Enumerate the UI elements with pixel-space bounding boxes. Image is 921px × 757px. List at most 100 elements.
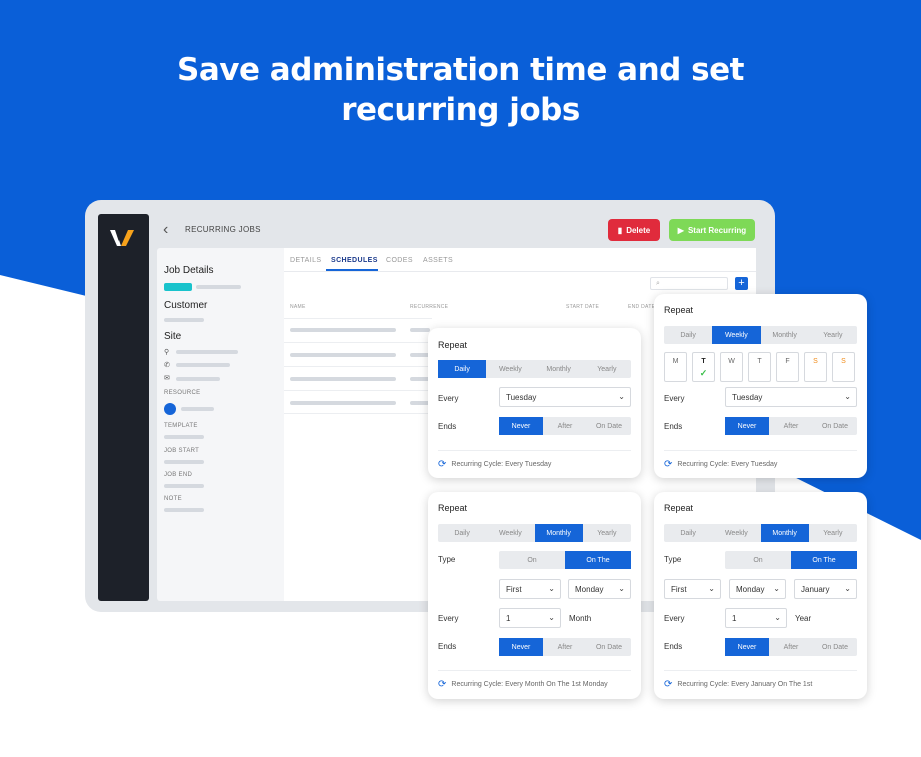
- brand-logo: [110, 230, 134, 246]
- every-select[interactable]: Tuesday ⌄: [499, 387, 631, 407]
- mode-yearly[interactable]: Yearly: [583, 360, 631, 378]
- start-recurring-label: Start Recurring: [687, 225, 747, 235]
- mode-weekly[interactable]: Weekly: [712, 326, 761, 344]
- ends-label: Ends: [664, 422, 683, 431]
- template-label: TEMPLATE: [164, 423, 198, 429]
- placeholder-line: [164, 460, 204, 464]
- recurring-cycle-text: Recurring Cycle: Every Month On The 1st …: [451, 681, 608, 688]
- active-tab-indicator: [326, 269, 378, 271]
- day-toggle-fri[interactable]: F: [776, 352, 799, 382]
- tab-assets[interactable]: ASSETS: [423, 257, 453, 264]
- ends-selector: Never After On Date: [499, 638, 631, 656]
- ordinal-select[interactable]: First ⌄: [664, 579, 721, 599]
- mode-weekly[interactable]: Weekly: [712, 524, 760, 542]
- weekday-select[interactable]: Monday ⌄: [568, 579, 631, 599]
- table-row-divider: [284, 342, 432, 343]
- type-on[interactable]: On: [499, 551, 565, 569]
- type-label: Type: [438, 555, 456, 564]
- weekday-select[interactable]: Monday ⌄: [729, 579, 786, 599]
- location-icon: ⚲: [164, 349, 170, 356]
- ends-after[interactable]: After: [769, 417, 813, 435]
- day-toggle-wed[interactable]: W: [720, 352, 743, 382]
- ends-never[interactable]: Never: [725, 417, 769, 435]
- every-label: Every: [664, 614, 685, 623]
- mode-yearly[interactable]: Yearly: [583, 524, 631, 542]
- ends-label: Ends: [664, 642, 683, 651]
- mode-daily[interactable]: Daily: [438, 360, 487, 378]
- customer-heading: Customer: [164, 300, 208, 311]
- search-input[interactable]: ⌕: [650, 277, 728, 290]
- ends-after[interactable]: After: [543, 638, 587, 656]
- trash-icon: ▮: [617, 225, 623, 235]
- month-value: January: [801, 584, 830, 594]
- day-toggle-sun[interactable]: S: [832, 352, 855, 382]
- type-on[interactable]: On: [725, 551, 791, 569]
- tab-schedules[interactable]: SCHEDULES: [331, 257, 378, 264]
- mode-daily[interactable]: Daily: [664, 524, 712, 542]
- day-toggle-sat[interactable]: S: [804, 352, 827, 382]
- every-value: Tuesday: [732, 392, 763, 402]
- job-start-label: JOB START: [164, 448, 200, 454]
- day-toggle-thu[interactable]: T: [748, 352, 771, 382]
- month-select[interactable]: January ⌄: [794, 579, 857, 599]
- table-row[interactable]: [290, 353, 396, 357]
- every-value: 1: [732, 613, 737, 623]
- ends-never[interactable]: Never: [499, 638, 543, 656]
- tab-codes[interactable]: CODES: [386, 257, 413, 264]
- ends-on-date[interactable]: On Date: [813, 638, 857, 656]
- ends-label: Ends: [438, 422, 457, 431]
- column-header-start-date: START DATE: [566, 304, 600, 310]
- tab-details[interactable]: DETAILS: [290, 257, 321, 264]
- type-on-the[interactable]: On The: [791, 551, 857, 569]
- mode-daily[interactable]: Daily: [438, 524, 486, 542]
- plus-icon: +: [738, 277, 745, 289]
- delete-button-label: Delete: [626, 225, 651, 235]
- mode-monthly[interactable]: Monthly: [535, 360, 583, 378]
- ends-on-date[interactable]: On Date: [587, 638, 631, 656]
- start-recurring-button[interactable]: ▶ Start Recurring: [669, 219, 755, 241]
- mode-monthly[interactable]: Monthly: [534, 524, 583, 542]
- ends-on-date[interactable]: On Date: [587, 417, 631, 435]
- table-row[interactable]: [290, 377, 396, 381]
- every-label: Every: [664, 394, 685, 403]
- mode-monthly[interactable]: Monthly: [760, 524, 809, 542]
- every-select[interactable]: 1 ⌄: [499, 608, 561, 628]
- type-on-the[interactable]: On The: [565, 551, 631, 569]
- job-details-heading: Job Details: [164, 265, 214, 276]
- ends-never[interactable]: Never: [499, 417, 543, 435]
- day-toggle-tue-label: T: [701, 358, 706, 365]
- day-toggle-tue[interactable]: T ✓: [692, 352, 715, 382]
- repeat-mode-selector: Daily Weekly Monthly Yearly: [438, 524, 631, 542]
- placeholder-line: [181, 407, 214, 411]
- divider: [664, 670, 857, 671]
- repeat-card-monthly: Repeat Daily Weekly Monthly Yearly Type …: [428, 492, 641, 699]
- mode-daily[interactable]: Daily: [664, 326, 712, 344]
- ends-never[interactable]: Never: [725, 638, 769, 656]
- ordinal-select[interactable]: First ⌄: [499, 579, 561, 599]
- placeholder-line: [164, 484, 204, 488]
- table-row[interactable]: [290, 328, 396, 332]
- placeholder-line: [176, 363, 230, 367]
- delete-button[interactable]: ▮ Delete: [608, 219, 660, 241]
- mode-monthly[interactable]: Monthly: [761, 326, 809, 344]
- mode-weekly[interactable]: Weekly: [486, 524, 534, 542]
- ends-on-date[interactable]: On Date: [813, 417, 857, 435]
- back-arrow-icon[interactable]: ‹: [163, 222, 175, 238]
- phone-icon: ✆: [164, 362, 170, 369]
- mode-weekly[interactable]: Weekly: [486, 360, 534, 378]
- day-toggle-mon[interactable]: M: [664, 352, 687, 382]
- every-select[interactable]: Tuesday ⌄: [725, 387, 857, 407]
- mode-yearly[interactable]: Yearly: [809, 326, 857, 344]
- add-schedule-button[interactable]: +: [735, 277, 748, 290]
- type-label: Type: [664, 555, 682, 564]
- placeholder-line: [176, 350, 238, 354]
- repeat-title: Repeat: [438, 503, 468, 513]
- breadcrumb: RECURRING JOBS: [185, 225, 261, 234]
- ends-label: Ends: [438, 642, 457, 651]
- ends-after[interactable]: After: [769, 638, 813, 656]
- mode-yearly[interactable]: Yearly: [809, 524, 857, 542]
- every-select[interactable]: 1 ⌄: [725, 608, 787, 628]
- table-row[interactable]: [290, 401, 396, 405]
- recurring-cycle-text: Recurring Cycle: Every Tuesday: [451, 461, 552, 468]
- ends-after[interactable]: After: [543, 417, 587, 435]
